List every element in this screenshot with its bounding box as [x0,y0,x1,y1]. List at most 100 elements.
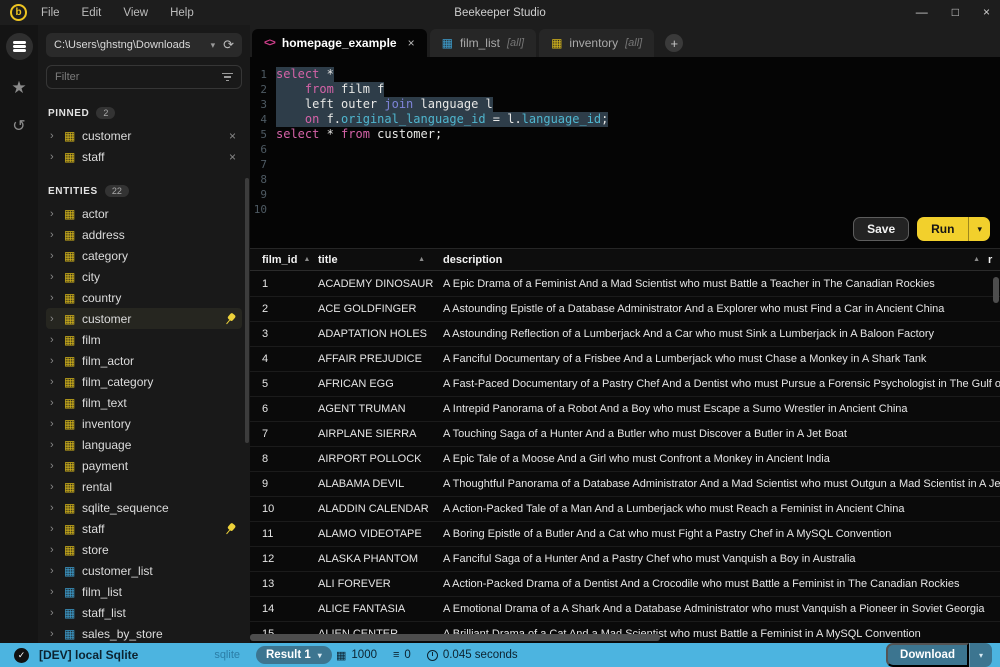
sidebar-item-customer_list[interactable]: ›▦customer_list [46,560,242,581]
sidebar-item-country[interactable]: ›▦country [46,287,242,308]
tab-inventory[interactable]: ▦inventory[all] [539,29,654,57]
column-header-film-id[interactable]: film_id ▲ [250,254,306,266]
new-tab-button[interactable]: + [665,34,683,52]
table-row[interactable]: 14ALICE FANTASIAA Emotional Drama of a A… [250,597,1000,622]
result-selector[interactable]: Result 1 ▾ [256,646,332,664]
table-row[interactable]: 6AGENT TRUMANA Intrepid Panorama of a Ro… [250,397,1000,422]
sidebar-item-sales_by_store[interactable]: ›▦sales_by_store [46,623,242,643]
run-button[interactable]: Run [917,217,968,241]
sidebar-item-film_category[interactable]: ›▦film_category [46,371,242,392]
chevron-right-icon[interactable]: › [50,418,64,430]
table-row[interactable]: 10ALADDIN CALENDARA Action-Packed Tale o… [250,497,1000,522]
download-button[interactable]: Download [886,643,969,667]
sidebar-item-category[interactable]: ›▦category [46,245,242,266]
chevron-right-icon[interactable]: › [50,355,64,367]
menu-file[interactable]: File [41,7,60,19]
table-row[interactable]: 7AIRPLANE SIERRAA Touching Saga of a Hun… [250,422,1000,447]
code-line[interactable]: 3 left outer join language l [250,97,1000,112]
pinned-section-header[interactable]: PINNED 2 [48,107,240,119]
sidebar-item-sqlite_sequence[interactable]: ›▦sqlite_sequence [46,497,242,518]
code-line[interactable]: 2 from film f [250,82,1000,97]
minimize-button[interactable]: — [916,0,928,25]
sql-editor[interactable]: 1select *2 from film f3 left outer join … [250,57,1000,248]
table-row[interactable]: 8AIRPORT POLLOCKA Epic Tale of a Moose A… [250,447,1000,472]
sidebar-item-film_text[interactable]: ›▦film_text [46,392,242,413]
column-header-overflow[interactable]: r [988,254,1000,266]
table-row[interactable]: 12ALASKA PHANTOMA Fanciful Saga of a Hun… [250,547,1000,572]
sidebar-item-inventory[interactable]: ›▦inventory [46,413,242,434]
menu-view[interactable]: View [123,7,148,19]
entities-section-header[interactable]: ENTITIES 22 [48,185,240,197]
run-options-caret-icon[interactable]: ▾ [968,217,990,241]
chevron-right-icon[interactable]: › [50,334,64,346]
code-line[interactable]: 5select * from customer; [250,127,1000,142]
connection-selector[interactable]: C:\Users\ghstng\Downloads ▾ ⟳ [46,33,242,57]
sidebar-item-payment[interactable]: ›▦payment [46,455,242,476]
chevron-right-icon[interactable]: › [50,151,64,163]
chevron-right-icon[interactable]: › [50,130,64,142]
sidebar-item-store[interactable]: ›▦store [46,539,242,560]
pin-icon[interactable] [222,520,239,537]
sidebar-item-address[interactable]: ›▦address [46,224,242,245]
sidebar-scrollbar[interactable] [245,178,249,443]
code-line[interactable]: 8 [250,172,1000,187]
chevron-right-icon[interactable]: › [50,544,64,556]
entity-filter-input[interactable]: Filter [46,65,242,89]
sort-asc-icon[interactable]: ▲ [418,256,425,263]
unpin-icon[interactable]: × [229,129,238,143]
sidebar-item-customer[interactable]: ›▦customer [46,308,242,329]
sidebar-item-actor[interactable]: ›▦actor [46,203,242,224]
table-row[interactable]: 3ADAPTATION HOLESA Astounding Reflection… [250,322,1000,347]
code-line[interactable]: 4 on f.original_language_id = l.language… [250,112,1000,127]
tab-film_list[interactable]: ▦film_list[all] [430,29,536,57]
sort-asc-icon[interactable]: ▲ [973,256,980,263]
tab-homepage_example[interactable]: <>homepage_example× [252,29,427,57]
sidebar-item-staff[interactable]: ›▦staff× [46,146,242,167]
favorites-icon[interactable]: ★ [11,78,26,98]
chevron-right-icon[interactable]: › [50,607,64,619]
table-row[interactable]: 11ALAMO VIDEOTAPEA Boring Epistle of a B… [250,522,1000,547]
table-row[interactable]: 5AFRICAN EGGA Fast-Paced Documentary of … [250,372,1000,397]
column-header-description[interactable]: description ▲ [431,254,988,266]
database-tab-icon[interactable] [6,33,33,60]
pin-icon[interactable] [222,310,239,327]
code-line[interactable]: 1select * [250,67,1000,82]
unpin-icon[interactable]: × [229,150,238,164]
sidebar-item-staff_list[interactable]: ›▦staff_list [46,602,242,623]
code-line[interactable]: 6 [250,142,1000,157]
menu-edit[interactable]: Edit [82,7,102,19]
sidebar-item-film[interactable]: ›▦film [46,329,242,350]
chevron-right-icon[interactable]: › [50,313,64,325]
horizontal-scrollbar[interactable] [250,634,660,641]
sidebar-item-rental[interactable]: ›▦rental [46,476,242,497]
chevron-right-icon[interactable]: › [50,229,64,241]
maximize-button[interactable]: □ [952,0,959,25]
sidebar-item-film_list[interactable]: ›▦film_list [46,581,242,602]
history-icon[interactable]: ↺ [12,116,25,136]
chevron-right-icon[interactable]: › [50,565,64,577]
chevron-right-icon[interactable]: › [50,586,64,598]
code-line[interactable]: 10 [250,202,1000,217]
table-row[interactable]: 9ALABAMA DEVILA Thoughtful Panorama of a… [250,472,1000,497]
refresh-icon[interactable]: ⟳ [223,37,234,53]
table-row[interactable]: 13ALI FOREVERA Action-Packed Drama of a … [250,572,1000,597]
column-header-title[interactable]: title ▲ [306,254,431,266]
code-line[interactable]: 7 [250,157,1000,172]
chevron-right-icon[interactable]: › [50,439,64,451]
download-options-caret-icon[interactable]: ▾ [969,643,992,667]
chevron-right-icon[interactable]: › [50,250,64,262]
sidebar-item-city[interactable]: ›▦city [46,266,242,287]
vertical-scrollbar[interactable] [993,277,999,303]
chevron-right-icon[interactable]: › [50,628,64,640]
chevron-right-icon[interactable]: › [50,502,64,514]
table-row[interactable]: 4AFFAIR PREJUDICEA Fanciful Documentary … [250,347,1000,372]
chevron-right-icon[interactable]: › [50,292,64,304]
sidebar-item-customer[interactable]: ›▦customer× [46,125,242,146]
table-row[interactable]: 2ACE GOLDFINGERA Astounding Epistle of a… [250,297,1000,322]
chevron-right-icon[interactable]: › [50,271,64,283]
chevron-right-icon[interactable]: › [50,397,64,409]
sidebar-item-language[interactable]: ›▦language [46,434,242,455]
table-row[interactable]: 1ACADEMY DINOSAURA Epic Drama of a Femin… [250,272,1000,297]
chevron-right-icon[interactable]: › [50,460,64,472]
chevron-right-icon[interactable]: › [50,481,64,493]
